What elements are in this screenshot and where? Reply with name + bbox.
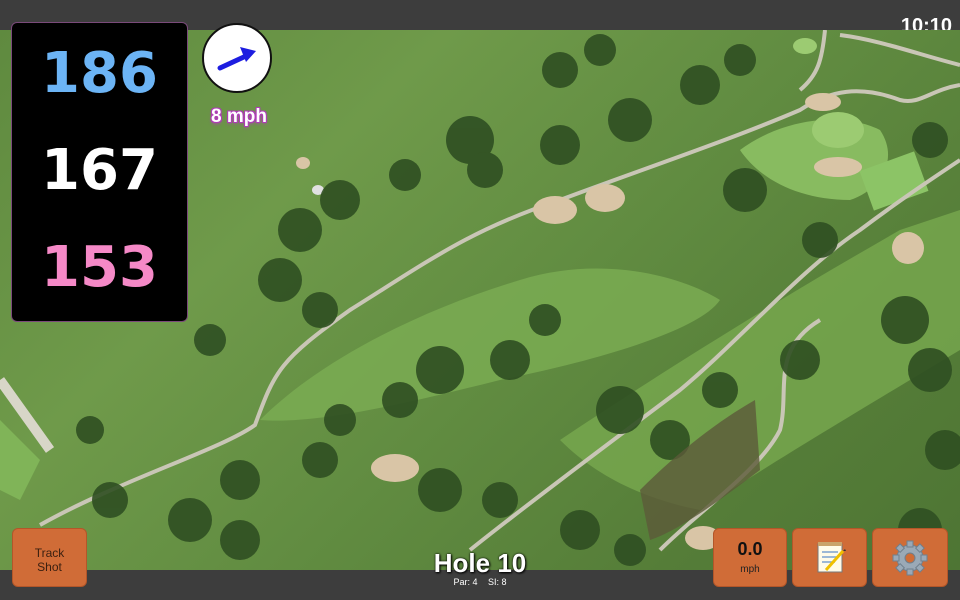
speed-button[interactable]: 0.0 mph xyxy=(713,528,787,587)
wind-indicator xyxy=(202,23,272,93)
settings-button[interactable] xyxy=(872,528,948,587)
hole-title: Hole 10 xyxy=(433,548,527,578)
hole-par: Par: 4 xyxy=(453,577,478,587)
notepad-icon xyxy=(817,542,846,573)
back-distance: 186 xyxy=(41,41,158,106)
hole-info: Par: 4 SI: 8 xyxy=(380,577,580,587)
track-shot-label-line2: Shot xyxy=(37,560,62,574)
wind-speed: 8 mph xyxy=(211,106,267,127)
gear-icon xyxy=(892,540,928,576)
front-distance: 153 xyxy=(41,235,158,300)
speed-unit: mph xyxy=(740,564,760,575)
distance-panel: 186 167 153 xyxy=(11,22,188,322)
middle-distance: 167 xyxy=(41,138,158,203)
track-shot-button[interactable]: Track Shot xyxy=(12,528,87,587)
wind-arrow-icon xyxy=(217,47,256,71)
notes-button[interactable] xyxy=(792,528,867,587)
speed-value: 0.0 xyxy=(737,539,763,559)
hole-stroke-index: SI: 8 xyxy=(488,577,507,587)
track-shot-label-line1: Track xyxy=(34,546,65,560)
